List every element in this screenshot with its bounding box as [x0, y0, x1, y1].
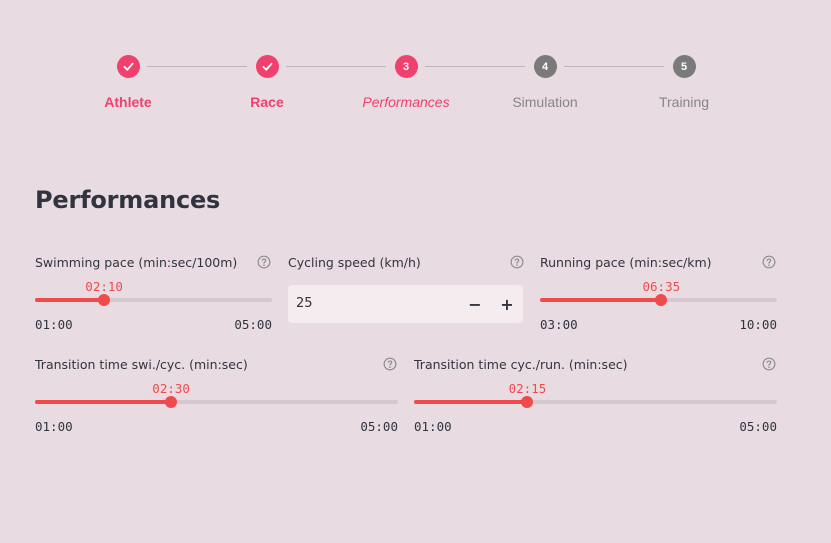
cycling-speed-field: Cycling speed (km/h) 25 − + [288, 255, 525, 335]
swim-pace-label: Swimming pace (min:sec/100m) [35, 255, 238, 270]
slider-value: 02:10 [85, 279, 123, 294]
step-label: Athlete [104, 94, 152, 110]
step-simulation[interactable]: 4 Simulation [475, 55, 615, 110]
slider-thumb[interactable] [98, 294, 111, 306]
slider-min: 01:00 [35, 419, 73, 434]
slider-thumb[interactable] [521, 396, 534, 408]
transition-swim-cycle-field: Transition time swi./cyc. (min:sec) 02:3… [35, 357, 398, 437]
run-pace-label: Running pace (min:sec/km) [540, 255, 712, 270]
progress-stepper: Athlete Race 3 Performances 4 Simulation… [0, 0, 831, 130]
step-race[interactable]: Race [197, 55, 337, 110]
slider-value: 02:15 [508, 381, 547, 396]
page-title: Performances [35, 186, 221, 214]
swim-pace-field: Swimming pace (min:sec/100m) 02:10 01:00… [35, 255, 272, 335]
decrement-button[interactable]: − [460, 289, 490, 319]
step-number: 5 [672, 55, 696, 78]
slider-max: 05:00 [739, 419, 777, 434]
question-circle-icon[interactable] [510, 255, 524, 269]
question-circle-icon[interactable] [383, 357, 397, 371]
swim-pace-slider[interactable]: 02:10 01:00 05:00 [35, 279, 272, 332]
slider-min: 01:00 [35, 317, 73, 332]
step-label: Performances [362, 94, 450, 110]
step-check-circle [255, 55, 279, 78]
slider-max: 10:00 [739, 317, 777, 332]
increment-button[interactable]: + [492, 289, 522, 319]
step-performances[interactable]: 3 Performances [336, 55, 476, 110]
slider-value: 06:35 [642, 279, 681, 294]
cycling-speed-label: Cycling speed (km/h) [288, 255, 421, 270]
step-training[interactable]: 5 Training [614, 55, 754, 110]
run-pace-field: Running pace (min:sec/km) 06:35 03:00 10… [540, 255, 777, 335]
slider-fill [414, 400, 528, 404]
slider-fill [35, 400, 172, 404]
step-number: 4 [533, 55, 557, 78]
slider-min: 03:00 [540, 317, 578, 332]
question-circle-icon[interactable] [762, 357, 776, 371]
slider-fill [540, 298, 662, 302]
step-label: Simulation [512, 94, 578, 110]
transition-swim-cycle-slider[interactable]: 02:30 01:00 05:00 [35, 381, 398, 434]
step-number: 3 [394, 55, 418, 78]
slider-thumb[interactable] [165, 396, 178, 408]
question-circle-icon[interactable] [257, 255, 271, 269]
cycling-speed-value[interactable]: 25 [296, 296, 313, 311]
slider-value: 02:30 [152, 381, 190, 396]
question-circle-icon[interactable] [762, 255, 776, 269]
slider-max: 05:00 [360, 419, 398, 434]
run-pace-slider[interactable]: 06:35 03:00 10:00 [540, 279, 777, 332]
step-check-circle [116, 55, 140, 78]
step-label: Training [658, 94, 710, 110]
transition-cycle-run-slider[interactable]: 02:15 01:00 05:00 [414, 381, 777, 434]
check-icon [123, 62, 133, 71]
slider-min: 01:00 [414, 419, 452, 434]
slider-max: 05:00 [234, 317, 272, 332]
step-athlete[interactable]: Athlete [58, 55, 198, 110]
transition-cycle-run-label: Transition time cyc./run. (min:sec) [414, 357, 628, 372]
check-icon [262, 62, 272, 71]
transition-swim-cycle-label: Transition time swi./cyc. (min:sec) [35, 357, 248, 372]
transition-cycle-run-field: Transition time cyc./run. (min:sec) 02:1… [414, 357, 777, 437]
slider-thumb[interactable] [655, 294, 668, 306]
step-label: Race [250, 94, 284, 110]
cycling-speed-input[interactable]: 25 − + [288, 285, 523, 323]
slider-fill [35, 298, 105, 302]
